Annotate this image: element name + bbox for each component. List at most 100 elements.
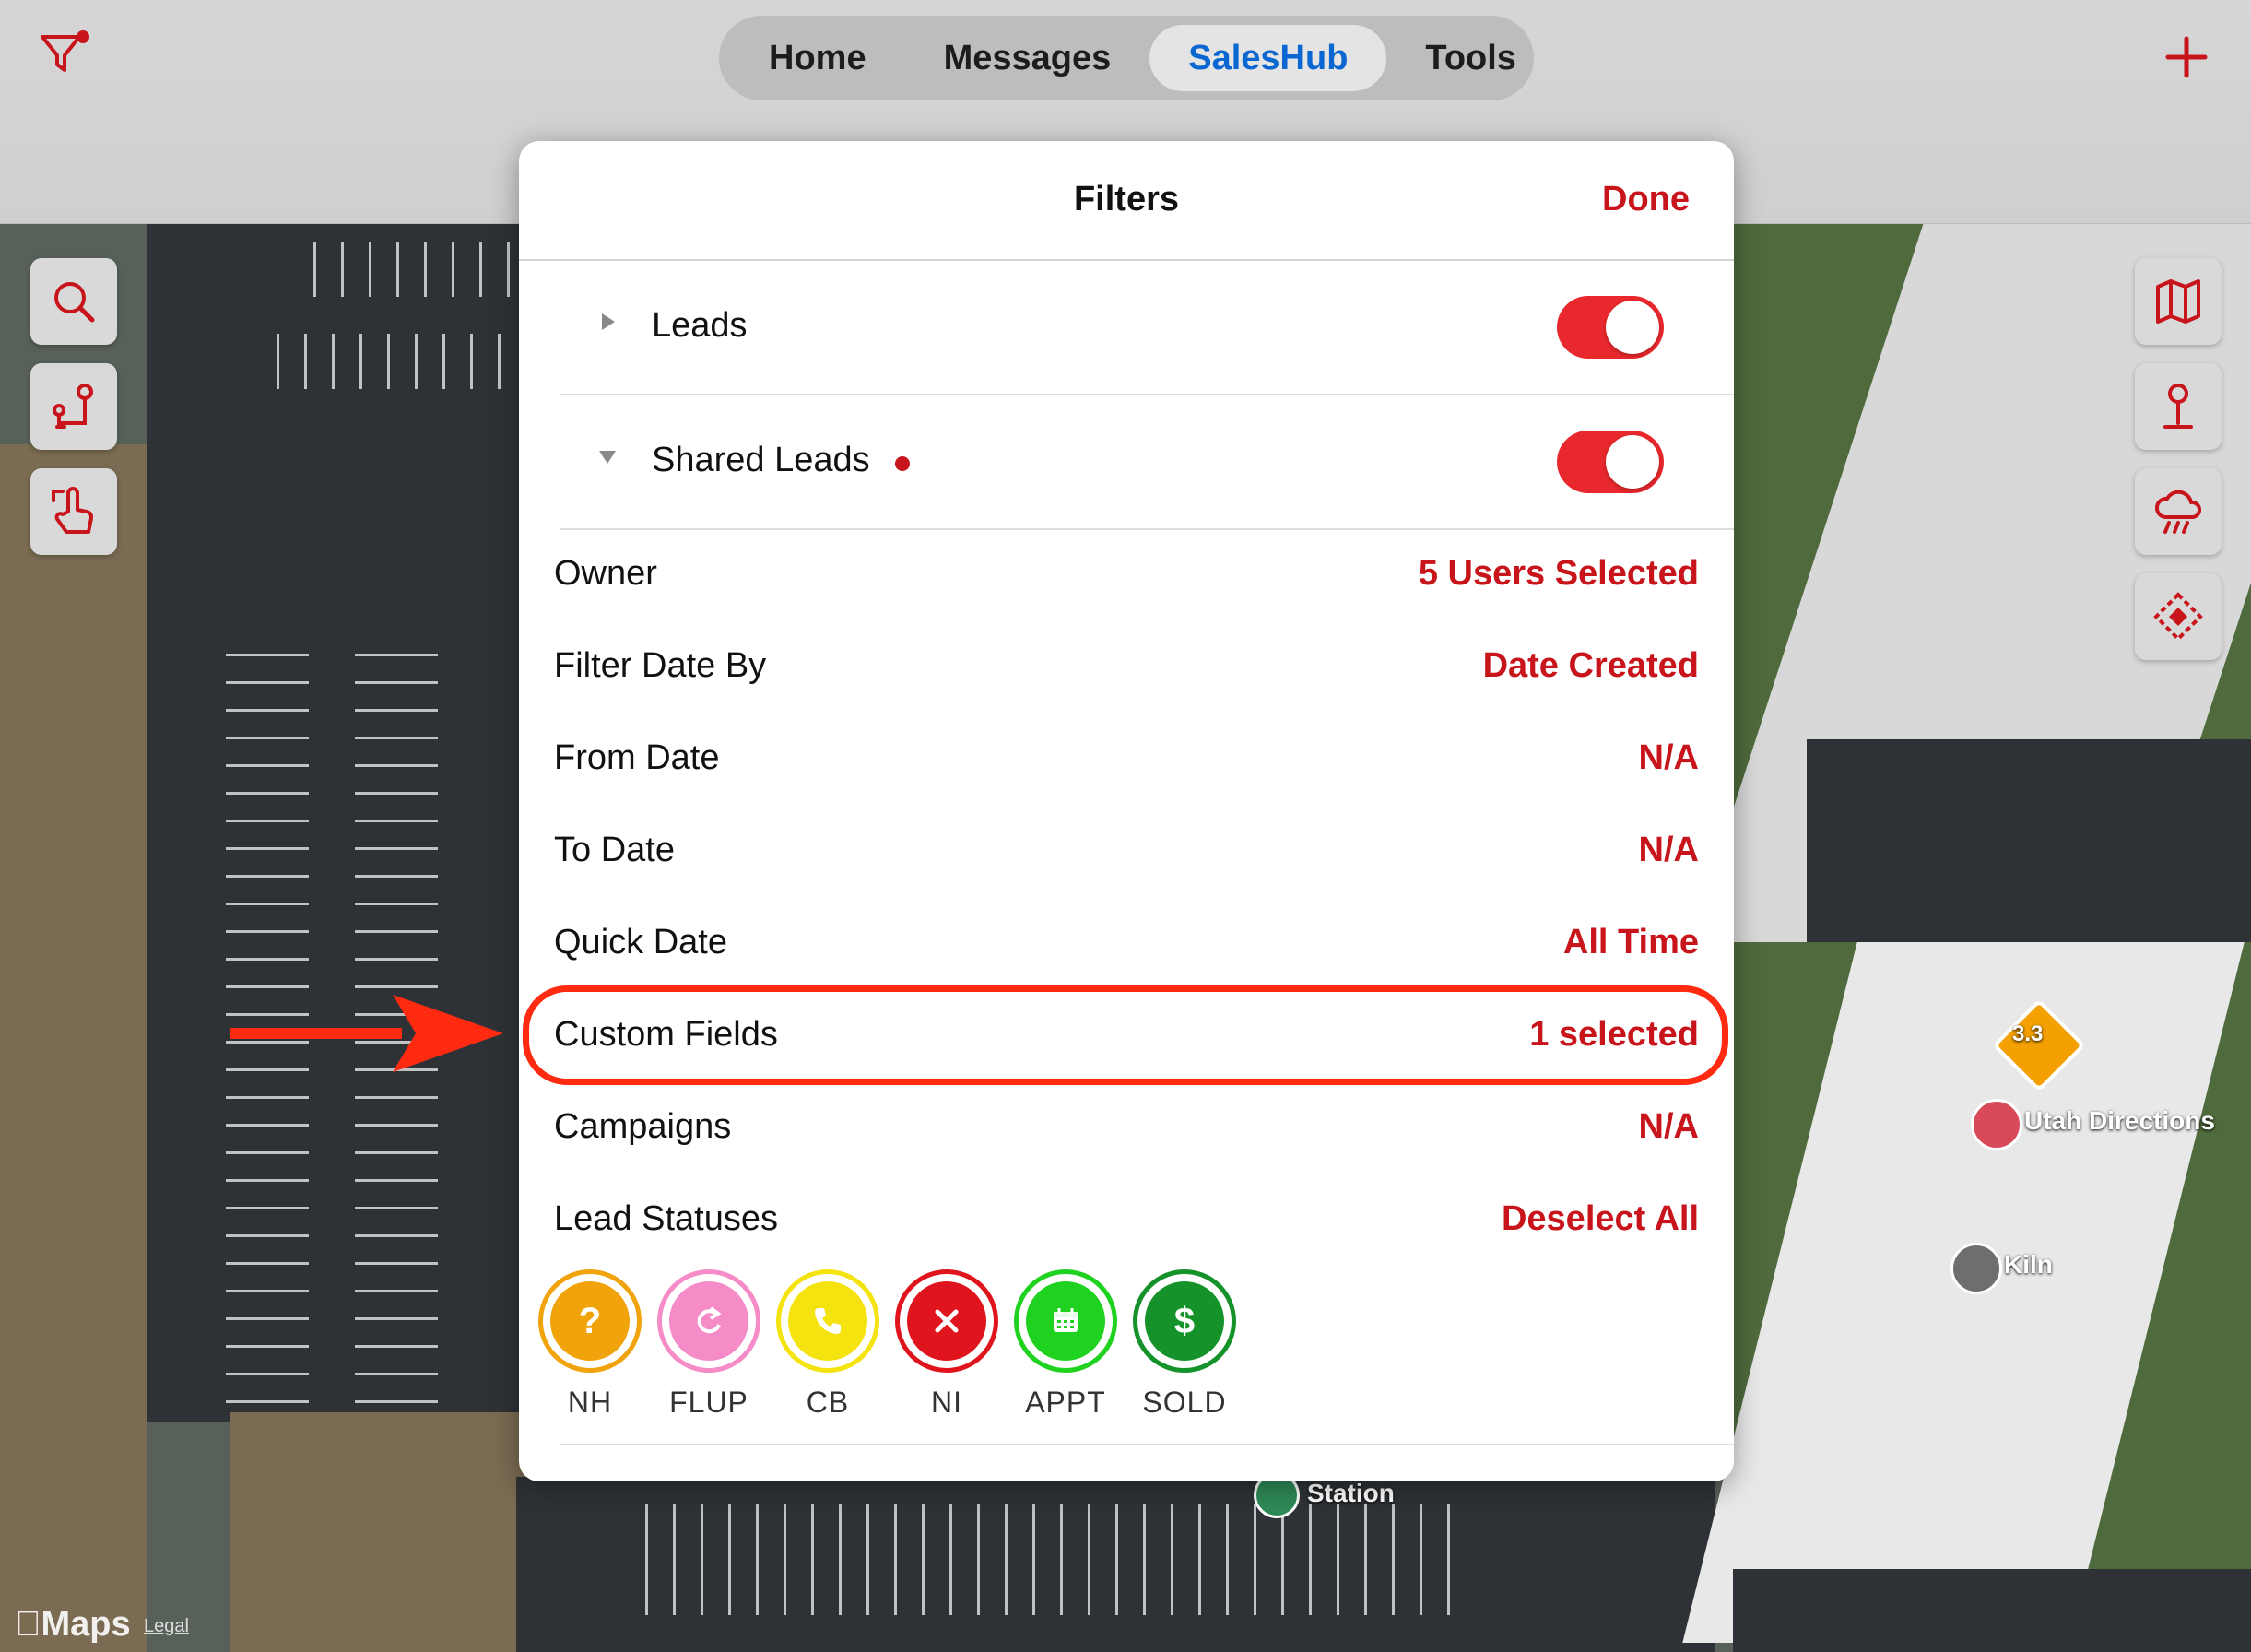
status-code: FLUP [669,1386,748,1419]
disclosure-down-icon[interactable] [596,445,619,467]
status-flup[interactable]: FLUP [654,1269,763,1420]
main-tab-bar: Home Messages SalesHub Tools [719,16,1534,100]
map-type-button[interactable] [2135,258,2222,345]
parking-lot [1807,739,2251,942]
row-value[interactable]: All Time [1563,923,1699,962]
row-value[interactable]: Date Created [1483,646,1699,686]
map-terrain [230,1412,535,1652]
filter-row-to-date[interactable]: To Date N/A [554,805,1699,897]
filter-icon[interactable] [37,28,92,83]
maps-attribution: Maps [15,1605,131,1644]
annotation-arrow-icon [230,995,503,1072]
shared-leads-switch[interactable] [1557,431,1664,493]
status-sold[interactable]: $ SOLD [1130,1269,1239,1420]
modal-title: Filters [1073,180,1180,218]
status-nh[interactable]: ? NH [536,1269,644,1420]
filters-modal: Filters Done Leads Shared Leads Owner 5 … [519,141,1734,1481]
row-label: Owner [554,554,657,593]
filter-row-from-date[interactable]: From Date N/A [554,713,1699,805]
filter-row-owner[interactable]: Owner 5 Users Selected [554,528,1699,620]
status-ring [776,1269,879,1373]
filter-row-filter-date-by[interactable]: Filter Date By Date Created [554,620,1699,713]
territory-button[interactable] [2135,573,2222,660]
poi-label-station[interactable]: Station [1307,1479,1395,1508]
status-ring: ? [538,1269,642,1373]
status-ring [895,1269,998,1373]
switch-knob [1606,435,1659,489]
poi-label-utah-directions[interactable]: Utah Directions [2024,1106,2215,1136]
search-button[interactable] [30,258,117,345]
status-ni[interactable]: NI [892,1269,1001,1420]
done-button[interactable]: Done [1602,180,1690,219]
leads-toggle-row[interactable]: Leads [560,261,1734,395]
row-value[interactable]: N/A [1639,738,1699,778]
poi-label-kiln[interactable]: Kiln [2004,1250,2053,1280]
status-ring [1014,1269,1117,1373]
shared-leads-toggle-row[interactable]: Shared Leads [560,395,1734,530]
tap-select-button[interactable] [30,468,117,555]
status-cb[interactable]: CB [773,1269,882,1420]
calendar-icon [1026,1281,1105,1361]
building-poi-icon[interactable] [1950,1243,2002,1294]
parking-lot [1733,1569,2251,1652]
hand-pointer-icon [52,487,94,534]
shared-leads-indicator-dot [895,456,910,471]
distance-badge: 3.3 [2012,1021,2044,1046]
territory-icon [2153,592,2203,642]
row-value[interactable]: N/A [1639,831,1699,870]
status-appt[interactable]: APPT [1011,1269,1120,1420]
filter-row-quick-date[interactable]: Quick Date All Time [554,897,1699,989]
row-value[interactable]: 5 Users Selected [1419,554,1699,594]
switch-knob [1606,301,1659,354]
status-ring: $ [1133,1269,1236,1373]
custom-fields-highlight-box [523,985,1728,1085]
row-label: Quick Date [554,923,727,962]
modal-header: Filters Done [519,141,1734,261]
status-code: NI [931,1386,962,1419]
apple-logo-icon:  [15,1605,41,1644]
medical-poi-icon[interactable] [1971,1099,2022,1150]
disclosure-right-icon[interactable] [596,311,619,333]
pin-icon [2163,384,2193,429]
tab-tools[interactable]: Tools [1386,25,1555,91]
row-value[interactable]: N/A [1639,1107,1699,1147]
add-icon[interactable] [2161,31,2212,83]
x-icon [907,1281,986,1361]
route-button[interactable] [30,363,117,450]
leads-label: Leads [652,306,748,345]
status-code: CB [806,1386,850,1419]
refresh-icon [669,1281,748,1361]
row-label: Filter Date By [554,646,767,685]
map-terrain [0,444,147,1652]
dollar-icon: $ [1145,1281,1224,1361]
legal-link[interactable]: Legal [144,1616,189,1637]
rain-cloud-icon [2155,490,2202,534]
row-label: To Date [554,831,675,869]
phone-icon [788,1281,867,1361]
map-icon [2156,279,2200,324]
tab-saleshub[interactable]: SalesHub [1149,25,1387,91]
filter-row-lead-statuses[interactable]: Lead Statuses Deselect All [554,1174,1699,1266]
weather-button[interactable] [2135,468,2222,555]
parking-stripes [277,334,516,389]
status-ring [657,1269,760,1373]
row-label: Campaigns [554,1107,732,1146]
tab-home[interactable]: Home [730,25,905,91]
row-label: From Date [554,738,720,777]
parking-stripes [313,242,516,297]
row-label: Lead Statuses [554,1199,778,1238]
parking-lot [147,223,535,1422]
route-icon [53,384,93,429]
search-icon [54,282,95,323]
drop-pin-button[interactable] [2135,363,2222,450]
status-code: NH [567,1386,613,1419]
leads-switch[interactable] [1557,296,1664,359]
divider [560,1444,1734,1446]
filter-row-campaigns[interactable]: Campaigns N/A [554,1081,1699,1174]
status-code: APPT [1025,1386,1106,1419]
deselect-all-button[interactable]: Deselect All [1502,1199,1699,1239]
question-mark-icon: ? [550,1281,630,1361]
shared-leads-label: Shared Leads [652,441,870,479]
tab-messages[interactable]: Messages [905,25,1150,91]
parking-stripes [645,1504,1475,1615]
